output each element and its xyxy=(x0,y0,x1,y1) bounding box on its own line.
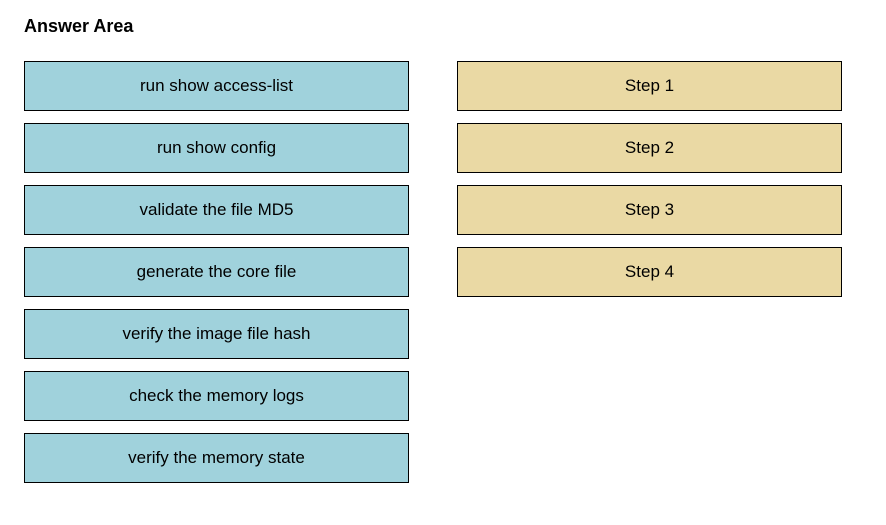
target-column: Step 1 Step 2 Step 3 Step 4 xyxy=(457,61,842,483)
source-option[interactable]: run show access-list xyxy=(24,61,409,111)
source-option[interactable]: run show config xyxy=(24,123,409,173)
source-option[interactable]: check the memory logs xyxy=(24,371,409,421)
page-title: Answer Area xyxy=(24,16,862,37)
target-step[interactable]: Step 4 xyxy=(457,247,842,297)
source-column: run show access-list run show config val… xyxy=(24,61,409,483)
target-step[interactable]: Step 1 xyxy=(457,61,842,111)
source-option[interactable]: verify the image file hash xyxy=(24,309,409,359)
answer-area: run show access-list run show config val… xyxy=(24,61,862,483)
target-step[interactable]: Step 2 xyxy=(457,123,842,173)
source-option[interactable]: generate the core file xyxy=(24,247,409,297)
source-option[interactable]: verify the memory state xyxy=(24,433,409,483)
target-step[interactable]: Step 3 xyxy=(457,185,842,235)
source-option[interactable]: validate the file MD5 xyxy=(24,185,409,235)
